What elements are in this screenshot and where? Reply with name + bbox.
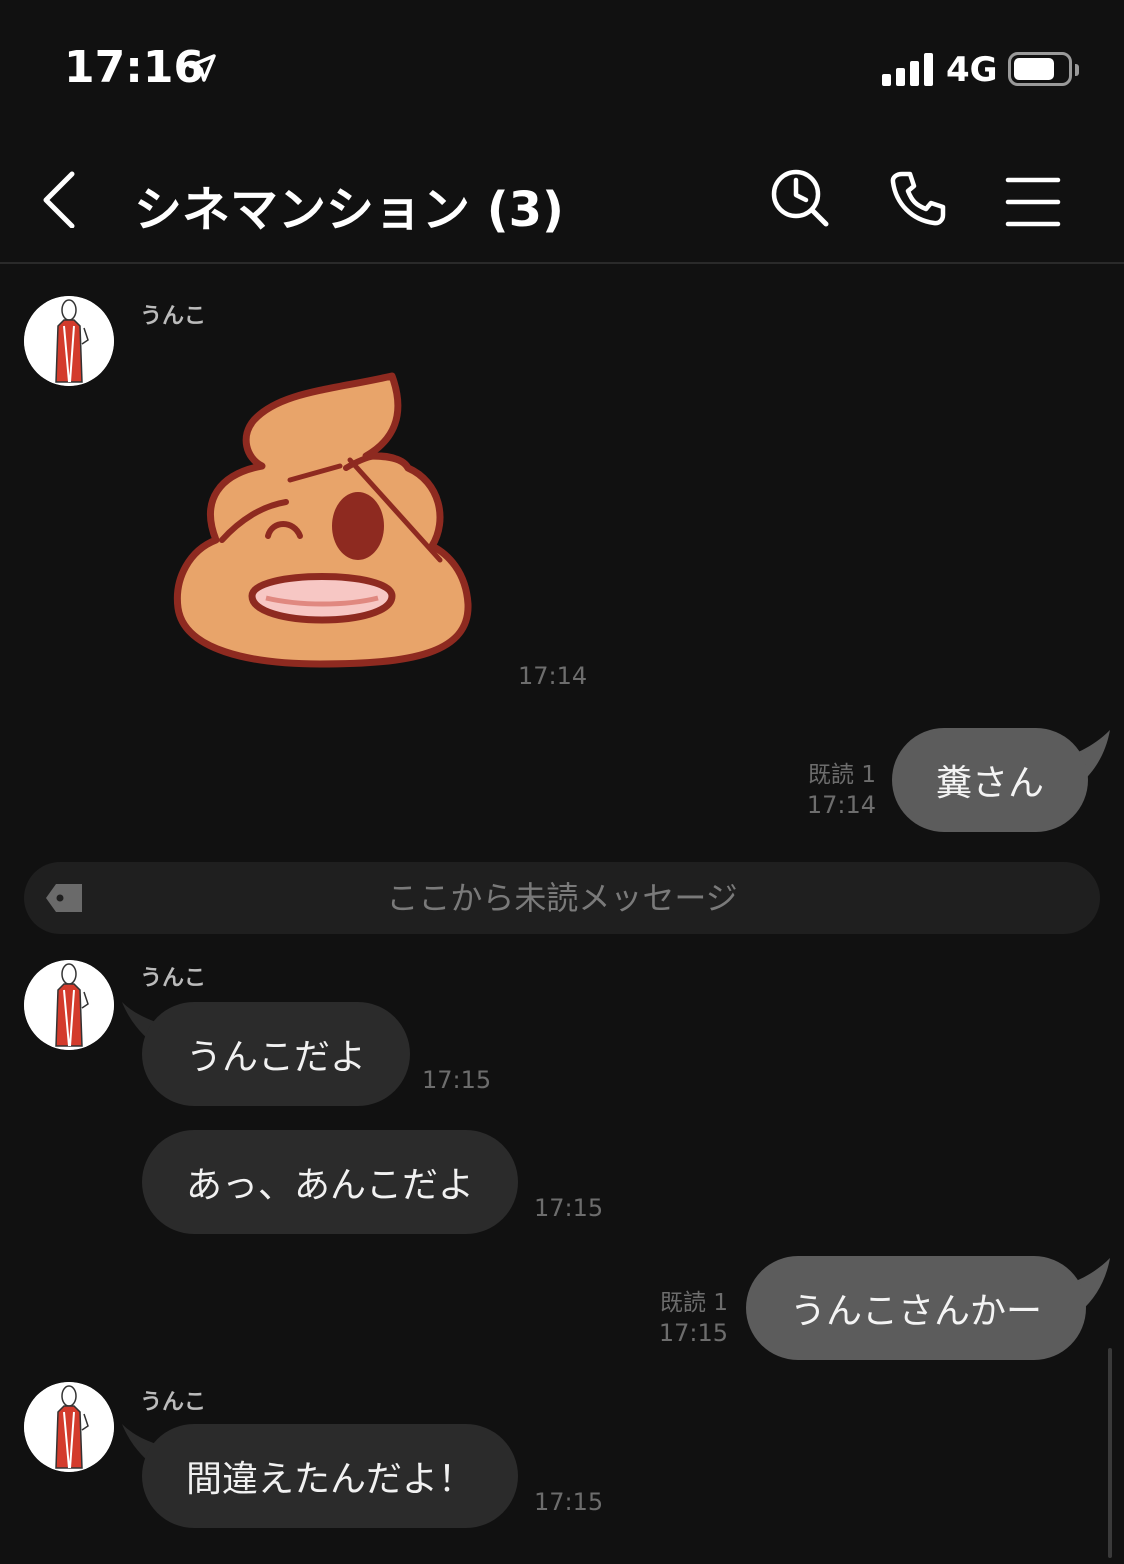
unread-divider: ここから未読メッセージ bbox=[24, 862, 1100, 934]
poop-sticker[interactable] bbox=[170, 370, 475, 670]
message-bubble-outgoing[interactable]: うんこさんかー bbox=[746, 1256, 1087, 1360]
network-type: 4G bbox=[946, 50, 998, 90]
hamburger-menu-icon[interactable] bbox=[1004, 168, 1064, 228]
chat-title: シネマンション (3) bbox=[134, 182, 564, 238]
read-status: 既読 1 bbox=[808, 762, 876, 788]
avatar[interactable] bbox=[24, 296, 114, 386]
message-time: 17:15 bbox=[534, 1194, 604, 1222]
message-bubble-incoming[interactable]: うんこだよ bbox=[142, 1002, 411, 1106]
sender-name: うんこ bbox=[140, 1390, 207, 1415]
signal-strength-icon bbox=[882, 52, 934, 86]
message-time: 17:14 bbox=[518, 662, 588, 690]
search-icon[interactable] bbox=[770, 168, 830, 228]
message-bubble-incoming[interactable]: 間違えたんだよ！ bbox=[142, 1424, 519, 1528]
message-time: 17:15 bbox=[534, 1488, 604, 1516]
sender-name: うんこ bbox=[140, 966, 207, 991]
message-time: 17:15 bbox=[422, 1066, 492, 1094]
status-time: 17:16 bbox=[64, 42, 205, 93]
message-time: 17:14 bbox=[806, 791, 876, 819]
chevron-left-icon[interactable] bbox=[36, 168, 86, 228]
phone-icon[interactable] bbox=[888, 168, 948, 228]
message-bubble-outgoing[interactable]: 糞さん bbox=[892, 728, 1089, 832]
header-divider bbox=[0, 262, 1124, 264]
battery-icon bbox=[1008, 52, 1079, 86]
scrollbar[interactable] bbox=[1108, 1348, 1112, 1558]
sender-name: うんこ bbox=[140, 304, 207, 329]
avatar[interactable] bbox=[24, 960, 114, 1050]
message-bubble-incoming[interactable]: あっ、あんこだよ bbox=[142, 1130, 519, 1234]
read-receipt: 既読 1 17:15 bbox=[642, 1288, 728, 1348]
avatar[interactable] bbox=[24, 1382, 114, 1472]
location-arrow-icon bbox=[188, 54, 216, 82]
message-time: 17:15 bbox=[658, 1319, 728, 1347]
read-receipt: 既読 1 17:14 bbox=[790, 760, 876, 820]
unread-divider-label: ここから未読メッセージ bbox=[386, 879, 738, 917]
read-status: 既読 1 bbox=[660, 1290, 728, 1316]
